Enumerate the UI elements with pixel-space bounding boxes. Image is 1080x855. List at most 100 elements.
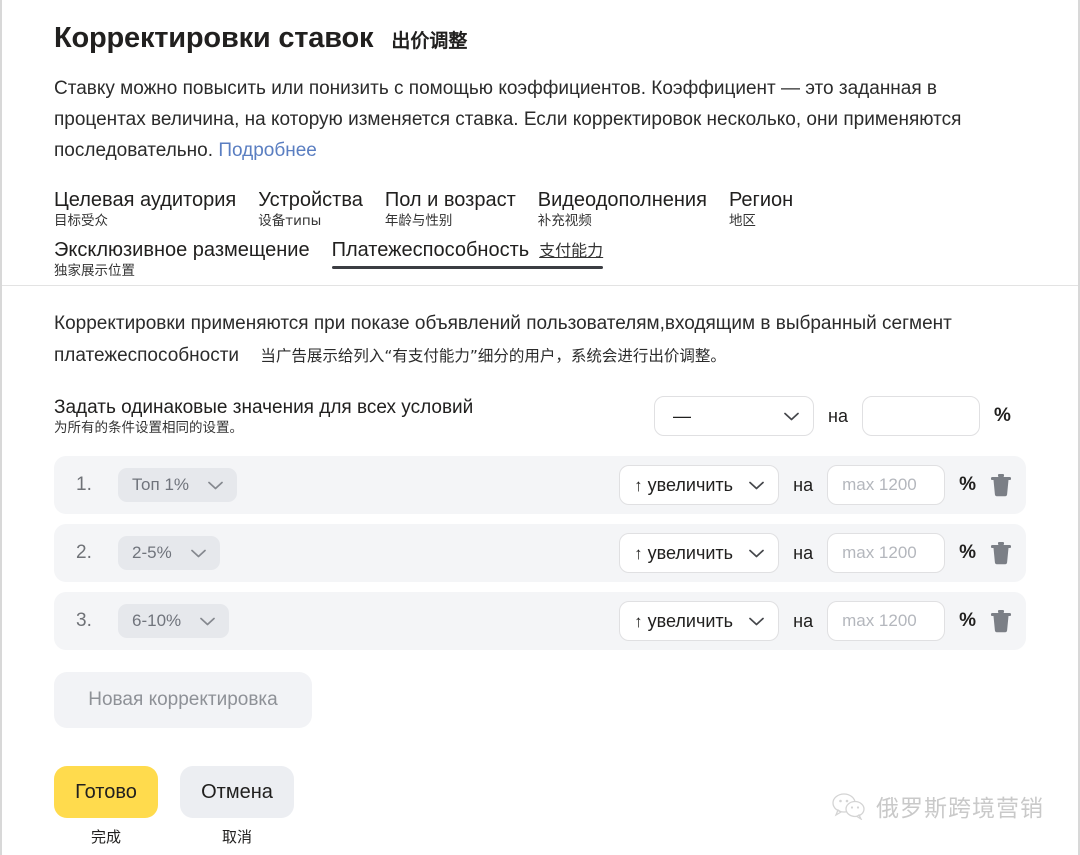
watermark: 俄罗斯跨境营销	[832, 789, 1044, 823]
submit-button-group: Готово 完成	[54, 766, 158, 847]
adjustment-action-label: увеличить	[648, 543, 733, 563]
tab-solvency[interactable]: Платежеспособность 支付能力	[332, 238, 604, 269]
chevron-down-icon	[784, 412, 799, 421]
page-title-ru: Корректировки ставок	[54, 22, 373, 55]
tab-label-ru: Эксклюзивное размещение	[54, 238, 310, 263]
cancel-button-cn: 取消	[180, 826, 294, 847]
adjustment-controls: ↑ увеличить на %	[619, 601, 1012, 641]
tab-label-cn: 独家展示位置	[54, 263, 310, 280]
arrow-up-icon: ↑	[634, 544, 643, 563]
bulk-value-input[interactable]	[862, 396, 980, 436]
wechat-icon	[832, 792, 866, 820]
adjustment-value-input[interactable]	[827, 601, 945, 641]
tab-video-extensions[interactable]: Видеодополнения 补充视频	[538, 188, 707, 236]
tabs-divider	[2, 285, 1078, 286]
watermark-text: 俄罗斯跨境营销	[876, 789, 1044, 823]
segment-chip[interactable]: Топ 1%	[118, 468, 237, 502]
adjustment-percent-label: %	[959, 474, 976, 496]
tabs-row-2: Эксклюзивное размещение 独家展示位置 Платежесп…	[54, 238, 1026, 286]
adjustment-index: 2.	[76, 542, 118, 564]
page-description-text: Ставку можно повысить или понизить с пом…	[54, 78, 961, 161]
adjustment-na-label: на	[793, 475, 813, 496]
trash-icon[interactable]	[990, 609, 1012, 633]
tab-label-cn: 目标受众	[54, 213, 236, 230]
adjustment-value-input[interactable]	[827, 465, 945, 505]
submit-button-cn: 完成	[54, 826, 158, 847]
adjustment-controls: ↑ увеличить на %	[619, 465, 1012, 505]
tab-label-ru: Регион	[729, 188, 793, 213]
arrow-up-icon: ↑	[634, 612, 643, 631]
bulk-set-label-cn: 为所有的条件设置相同的设置。	[54, 420, 654, 437]
tab-target-audience[interactable]: Целевая аудитория 目标受众	[54, 188, 236, 236]
tab-exclusive-placement[interactable]: Эксклюзивное размещение 独家展示位置	[54, 238, 310, 286]
adjustment-na-label: на	[793, 543, 813, 564]
new-adjustment-button[interactable]: Новая корректировка	[54, 672, 312, 728]
tab-label-cn: 补充视频	[538, 213, 707, 230]
cancel-button[interactable]: Отмена	[180, 766, 294, 818]
adjustment-action-label: увеличить	[648, 475, 733, 495]
tabs-row-1: Целевая аудитория 目标受众 Устройства 设备типы…	[54, 188, 1026, 236]
adjustment-percent-label: %	[959, 610, 976, 632]
tab-label-cn: 年龄与性别	[385, 213, 516, 230]
adjustment-list: 1. Топ 1% ↑ увеличить	[54, 456, 1026, 650]
adjustment-row: 2. 2-5% ↑ увеличить	[54, 524, 1026, 582]
adjustment-percent-label: %	[959, 542, 976, 564]
bulk-set-row: Задать одинаковые значения для всех усло…	[54, 394, 1026, 438]
tab-label-cn: 地区	[729, 213, 793, 230]
bulk-action-select[interactable]: —	[654, 396, 814, 436]
adjustment-action-select[interactable]: ↑ увеличить	[619, 465, 779, 505]
bulk-action-value: —	[673, 406, 691, 427]
submit-button[interactable]: Готово	[54, 766, 158, 818]
cancel-button-group: Отмена 取消	[180, 766, 294, 847]
chevron-down-icon	[200, 617, 215, 626]
adjustment-action-value: ↑ увеличить	[634, 475, 733, 496]
adjustment-action-label: увеличить	[648, 611, 733, 631]
more-link[interactable]: Подробнее	[218, 140, 317, 161]
tab-label-cn: 设备типы	[258, 213, 363, 230]
tab-region[interactable]: Регион 地区	[729, 188, 793, 236]
page-title: Корректировки ставок 出价调整	[54, 0, 1026, 55]
adjustment-action-value: ↑ увеличить	[634, 611, 733, 632]
tab-devices[interactable]: Устройства 设备типы	[258, 188, 363, 236]
page-description: Ставку можно повысить или понизить с пом…	[54, 73, 1026, 166]
tab-label-ru: Платежеспособность	[332, 238, 530, 263]
tab-label-cn: 支付能力	[539, 242, 603, 259]
adjustment-index: 1.	[76, 474, 118, 496]
adjustment-value-input[interactable]	[827, 533, 945, 573]
page-title-cn: 出价调整	[391, 26, 467, 53]
tab-label-ru: Устройства	[258, 188, 363, 213]
segment-chip[interactable]: 6-10%	[118, 604, 229, 638]
adjustment-na-label: на	[793, 611, 813, 632]
adjustment-index: 3.	[76, 610, 118, 632]
tab-gender-age[interactable]: Пол и возраст 年龄与性别	[385, 188, 516, 236]
segment-chip-label: 2-5%	[132, 543, 172, 563]
tab-active-indicator	[332, 266, 604, 269]
tabs: Целевая аудитория 目标受众 Устройства 设备типы…	[54, 188, 1026, 286]
arrow-up-icon: ↑	[634, 476, 643, 495]
chevron-down-icon	[749, 549, 764, 558]
trash-icon[interactable]	[990, 541, 1012, 565]
adjustment-action-value: ↑ увеличить	[634, 543, 733, 564]
adjustment-row: 3. 6-10% ↑ увеличить	[54, 592, 1026, 650]
bulk-percent-label: %	[994, 405, 1011, 427]
adjustment-action-select[interactable]: ↑ увеличить	[619, 533, 779, 573]
bulk-set-label-ru: Задать одинаковые значения для всех усло…	[54, 396, 654, 420]
chevron-down-icon	[191, 549, 206, 558]
tab-label-ru: Видеодополнения	[538, 188, 707, 213]
adjustment-row: 1. Топ 1% ↑ увеличить	[54, 456, 1026, 514]
bulk-set-label: Задать одинаковые значения для всех усло…	[54, 396, 654, 437]
adjustment-action-select[interactable]: ↑ увеличить	[619, 601, 779, 641]
trash-icon[interactable]	[990, 473, 1012, 497]
adjustment-controls: ↑ увеличить на %	[619, 533, 1012, 573]
chevron-down-icon	[208, 481, 223, 490]
chevron-down-icon	[749, 617, 764, 626]
bid-adjustments-dialog: Корректировки ставок 出价调整 Ставку можно п…	[0, 0, 1080, 855]
tab-label-ru: Целевая аудитория	[54, 188, 236, 213]
tab-label-ru: Пол и возраст	[385, 188, 516, 213]
segment-description-cn: 当广告展示给列入“有支付能力”细分的用户，系统会进行出价调整。	[260, 347, 726, 365]
segment-chip[interactable]: 2-5%	[118, 536, 220, 570]
segment-chip-label: 6-10%	[132, 611, 181, 631]
chevron-down-icon	[749, 481, 764, 490]
segment-description: Корректировки применяются при показе объ…	[54, 308, 1026, 372]
bulk-na-label: на	[828, 406, 848, 427]
